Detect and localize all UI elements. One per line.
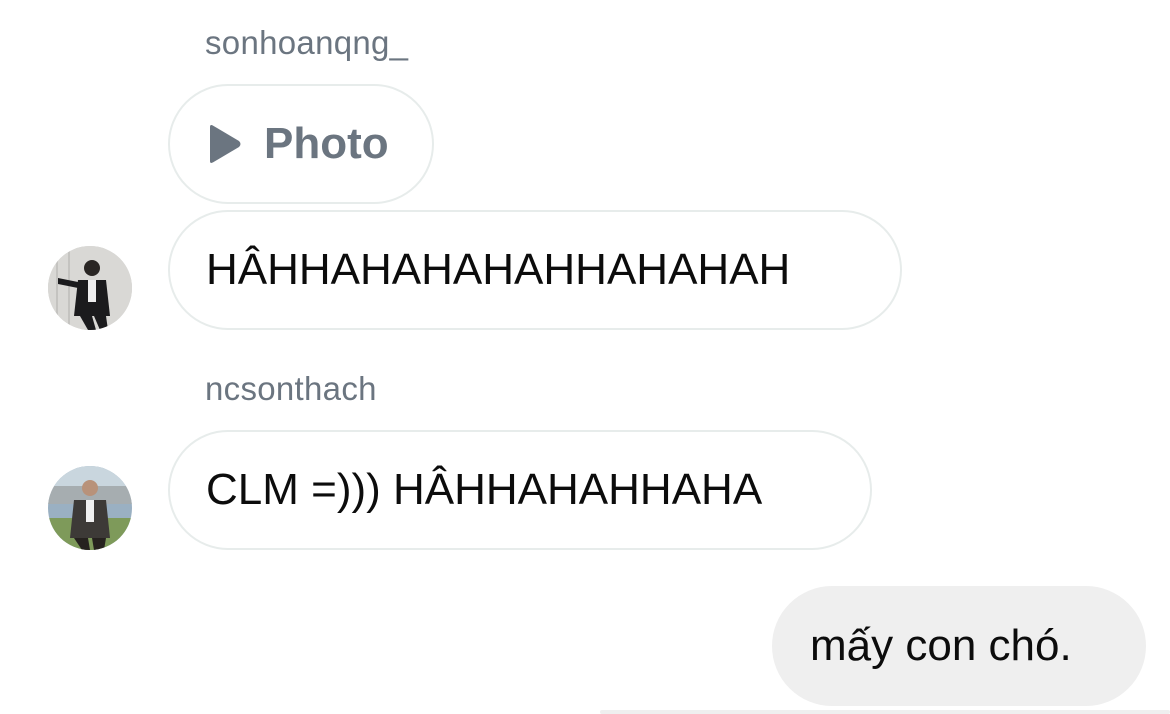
photo-label: Photo (264, 119, 389, 168)
photo-message-bubble[interactable]: Photo (168, 84, 434, 204)
message-bubble[interactable]: HÂHHAHAHAHAHHAHAHAH (168, 210, 902, 330)
sender-username[interactable]: sonhoanqng_ (205, 24, 408, 62)
avatar[interactable] (48, 466, 132, 550)
outgoing-message-bubble[interactable]: mấy con chó. (772, 586, 1146, 706)
play-icon (210, 125, 241, 163)
next-bubble-edge (600, 710, 1170, 714)
sender-username[interactable]: ncsonthach (205, 370, 377, 408)
message-text: CLM =))) HÂHHAHAHHAHA (206, 465, 763, 514)
message-bubble[interactable]: CLM =))) HÂHHAHAHHAHA (168, 430, 872, 550)
avatar[interactable] (48, 246, 132, 330)
outgoing-message-text: mấy con chó. (810, 621, 1072, 670)
chat-thread: sonhoanqng_ Photo HÂHHAHAHAHAHHAHAHAH nc… (0, 0, 1170, 714)
message-text: HÂHHAHAHAHAHHAHAHAH (206, 245, 791, 294)
